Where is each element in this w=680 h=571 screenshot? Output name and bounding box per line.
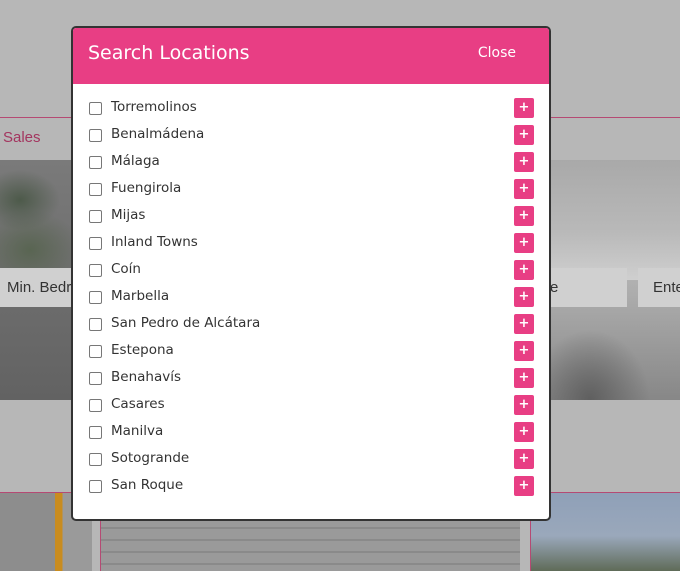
modal-header: Search Locations Close: [73, 28, 549, 84]
location-checkbox[interactable]: [89, 210, 102, 223]
location-label[interactable]: Inland Towns: [111, 234, 198, 250]
location-list: Torremolinos + Benalmádena + Málaga + Fuengiro…: [73, 84, 549, 501]
location-checkbox[interactable]: [89, 102, 102, 115]
location-label[interactable]: San Pedro de Alcátara: [111, 315, 260, 331]
location-label[interactable]: Sotogrande: [111, 450, 189, 466]
location-checkbox[interactable]: [89, 183, 102, 196]
location-label[interactable]: Manilva: [111, 423, 163, 439]
location-checkbox[interactable]: [89, 480, 102, 493]
location-item: Fuengirola +: [73, 177, 549, 204]
expand-plus-icon[interactable]: +: [514, 476, 534, 496]
location-label[interactable]: Fuengirola: [111, 180, 181, 196]
location-checkbox[interactable]: [89, 264, 102, 277]
location-label[interactable]: Coín: [111, 261, 141, 277]
location-checkbox[interactable]: [89, 345, 102, 358]
min-bedrooms-field[interactable]: Min. Bedr: [0, 268, 72, 307]
enter-field[interactable]: Ente: [638, 268, 680, 307]
expand-plus-icon[interactable]: +: [514, 422, 534, 442]
search-locations-modal: Search Locations Close Torremolinos + Bena…: [71, 26, 551, 521]
location-checkbox[interactable]: [89, 156, 102, 169]
location-label[interactable]: Estepona: [111, 342, 174, 358]
modal-title: Search Locations: [88, 42, 250, 64]
location-item: Inland Towns +: [73, 231, 549, 258]
location-checkbox[interactable]: [89, 237, 102, 250]
expand-plus-icon[interactable]: +: [514, 152, 534, 172]
location-checkbox[interactable]: [89, 318, 102, 331]
location-item: Mijas +: [73, 204, 549, 231]
location-checkbox[interactable]: [89, 426, 102, 439]
location-item: Sotogrande +: [73, 447, 549, 474]
expand-plus-icon[interactable]: +: [514, 260, 534, 280]
nav-link-sales[interactable]: Sales: [3, 129, 41, 146]
location-checkbox[interactable]: [89, 453, 102, 466]
location-item: Benahavís +: [73, 366, 549, 393]
location-item: Benalmádena +: [73, 123, 549, 150]
expand-plus-icon[interactable]: +: [514, 233, 534, 253]
location-item: San Roque +: [73, 474, 549, 501]
expand-plus-icon[interactable]: +: [514, 125, 534, 145]
location-item: Casares +: [73, 393, 549, 420]
location-item: Estepona +: [73, 339, 549, 366]
location-label[interactable]: Casares: [111, 396, 165, 412]
location-checkbox[interactable]: [89, 129, 102, 142]
location-item: Torremolinos +: [73, 96, 549, 123]
expand-plus-icon[interactable]: +: [514, 287, 534, 307]
location-item: Coín +: [73, 258, 549, 285]
expand-plus-icon[interactable]: +: [514, 206, 534, 226]
expand-plus-icon[interactable]: +: [514, 368, 534, 388]
location-label[interactable]: Benalmádena: [111, 126, 204, 142]
location-item: Marbella +: [73, 285, 549, 312]
location-label[interactable]: San Roque: [111, 477, 183, 493]
location-label[interactable]: Málaga: [111, 153, 160, 169]
expand-plus-icon[interactable]: +: [514, 314, 534, 334]
expand-plus-icon[interactable]: +: [514, 98, 534, 118]
search-field-partial[interactable]: e: [550, 268, 627, 307]
location-checkbox[interactable]: [89, 399, 102, 412]
expand-plus-icon[interactable]: +: [514, 341, 534, 361]
location-label[interactable]: Benahavís: [111, 369, 181, 385]
location-label[interactable]: Torremolinos: [111, 99, 197, 115]
expand-plus-icon[interactable]: +: [514, 179, 534, 199]
close-button[interactable]: Close: [478, 45, 516, 61]
location-item: San Pedro de Alcátara +: [73, 312, 549, 339]
location-label[interactable]: Marbella: [111, 288, 169, 304]
location-checkbox[interactable]: [89, 372, 102, 385]
location-item: Málaga +: [73, 150, 549, 177]
expand-plus-icon[interactable]: +: [514, 395, 534, 415]
location-item: Manilva +: [73, 420, 549, 447]
location-checkbox[interactable]: [89, 291, 102, 304]
hero-image-sky: [550, 160, 680, 280]
listing-thumbnail[interactable]: [530, 493, 680, 571]
expand-plus-icon[interactable]: +: [514, 449, 534, 469]
location-label[interactable]: Mijas: [111, 207, 145, 223]
